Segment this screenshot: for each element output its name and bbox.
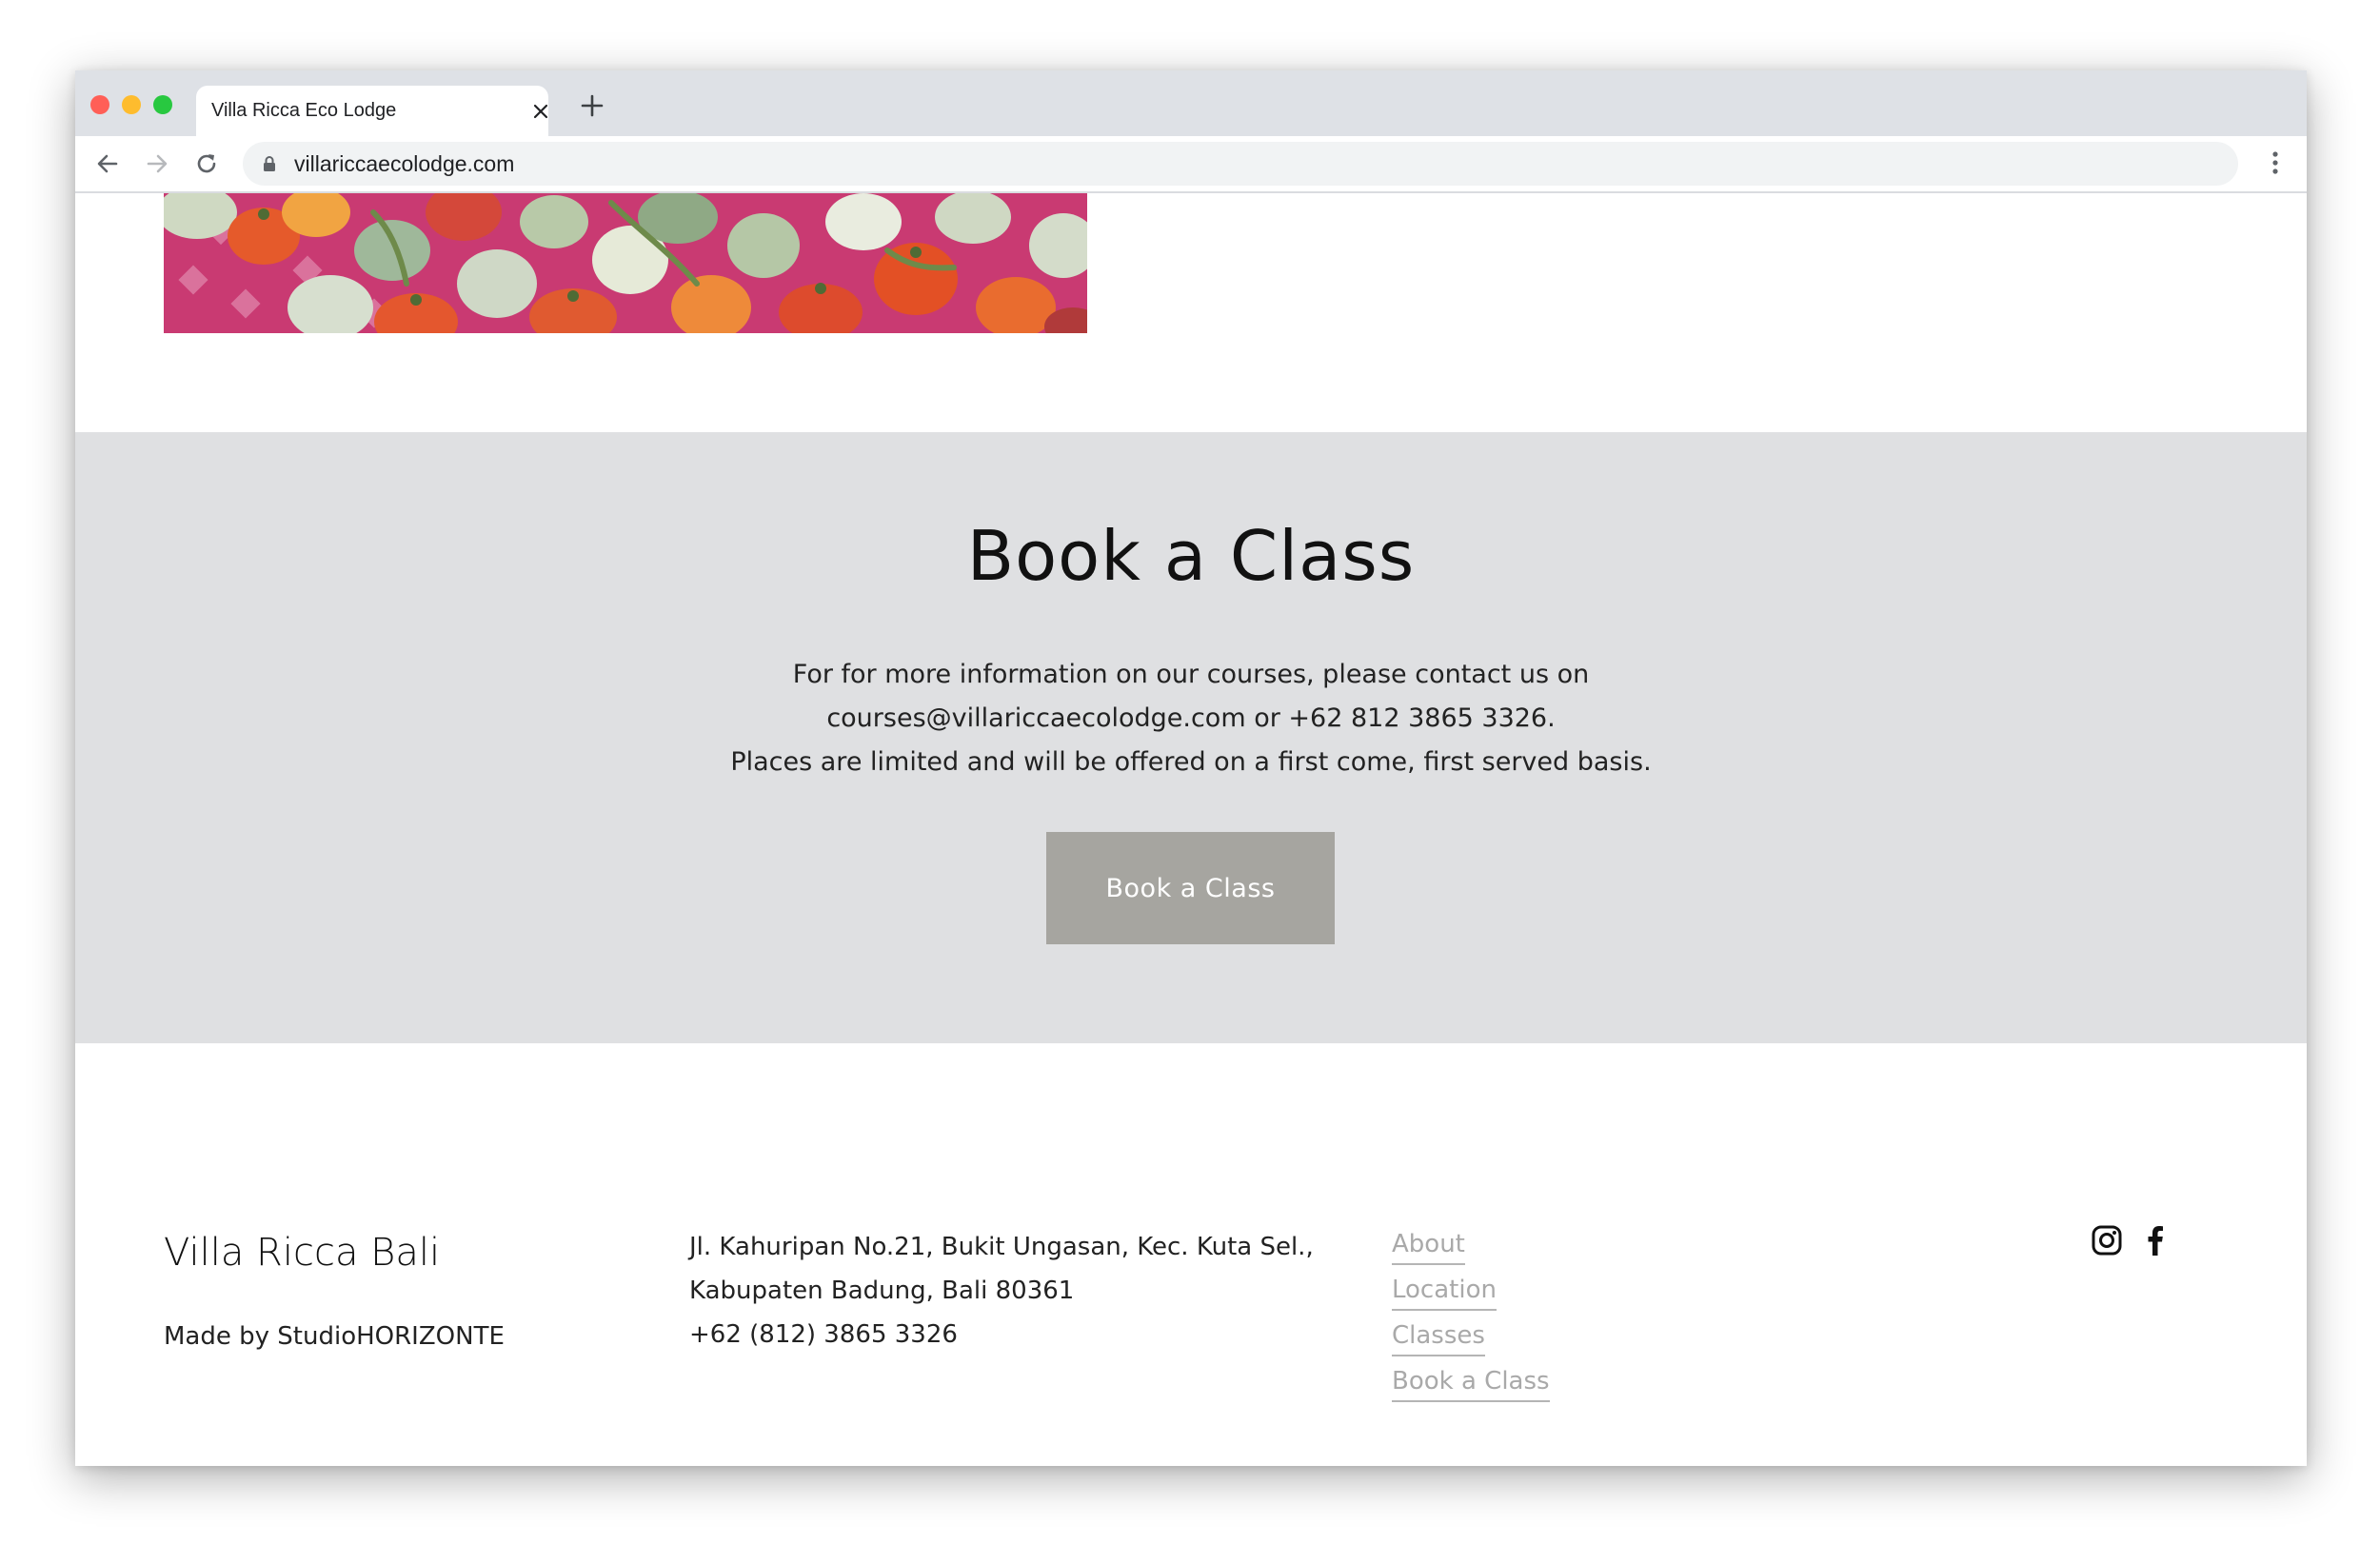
- description-line-2: courses@villariccaecolodge.com or +62 81…: [826, 703, 1556, 733]
- url-text: villariccaecolodge.com: [294, 151, 515, 176]
- vegetables-photo: [164, 193, 1087, 333]
- browser-window: Villa Ricca Eco Lodge villariccaecolodge…: [75, 70, 2307, 1466]
- footer-link-book-a-class[interactable]: Book a Class: [1392, 1362, 1550, 1402]
- lock-icon: [264, 156, 275, 171]
- arrow-left-icon[interactable]: [94, 150, 121, 177]
- section-title: Book a Class: [966, 516, 1416, 596]
- address-line-1: Jl. Kahuripan No.21, Bukit Ungasan, Kec.…: [689, 1233, 1314, 1261]
- description-line-3: Places are limited and will be offered o…: [730, 747, 1652, 777]
- footer-link-classes[interactable]: Classes: [1392, 1316, 1485, 1356]
- facebook-icon[interactable]: [2139, 1224, 2172, 1257]
- phone-number: +62 (812) 3865 3326: [689, 1320, 958, 1349]
- plus-icon[interactable]: [580, 93, 605, 118]
- section-description: For for more information on our courses,…: [75, 653, 2307, 784]
- tab-title: Villa Ricca Eco Lodge: [211, 100, 397, 121]
- instagram-icon[interactable]: [2091, 1224, 2123, 1257]
- address-bar[interactable]: villariccaecolodge.com: [243, 142, 2238, 186]
- maximize-window-button[interactable]: [153, 95, 172, 114]
- book-class-button[interactable]: Book a Class: [1046, 832, 1335, 944]
- footer-credit: Made by StudioHORIZONTE: [164, 1322, 505, 1351]
- footer-link-location[interactable]: Location: [1392, 1271, 1497, 1311]
- browser-toolbar: villariccaecolodge.com: [75, 136, 2307, 193]
- tab-bar: Villa Ricca Eco Lodge: [75, 70, 2307, 136]
- footer-brand: Villa Ricca Bali: [164, 1231, 441, 1275]
- kebab-menu-icon[interactable]: [2262, 149, 2289, 176]
- reload-icon[interactable]: [193, 150, 220, 177]
- footer-link-about[interactable]: About: [1392, 1225, 1465, 1265]
- description-line-1: For for more information on our courses,…: [792, 660, 1590, 689]
- close-icon[interactable]: [533, 104, 548, 119]
- footer-nav: About Location Classes Book a Class: [1392, 1225, 1550, 1408]
- close-window-button[interactable]: [90, 95, 109, 114]
- address-line-2: Kabupaten Badung, Bali 80361: [689, 1277, 1075, 1305]
- book-class-section: Book a Class For for more information on…: [75, 432, 2307, 1043]
- arrow-right-icon[interactable]: [144, 150, 170, 177]
- minimize-window-button[interactable]: [122, 95, 141, 114]
- tab-active[interactable]: Villa Ricca Eco Lodge: [196, 86, 548, 136]
- footer-address: Jl. Kahuripan No.21, Bukit Ungasan, Kec.…: [689, 1225, 1314, 1356]
- page-content: Book a Class For for more information on…: [75, 193, 2307, 1466]
